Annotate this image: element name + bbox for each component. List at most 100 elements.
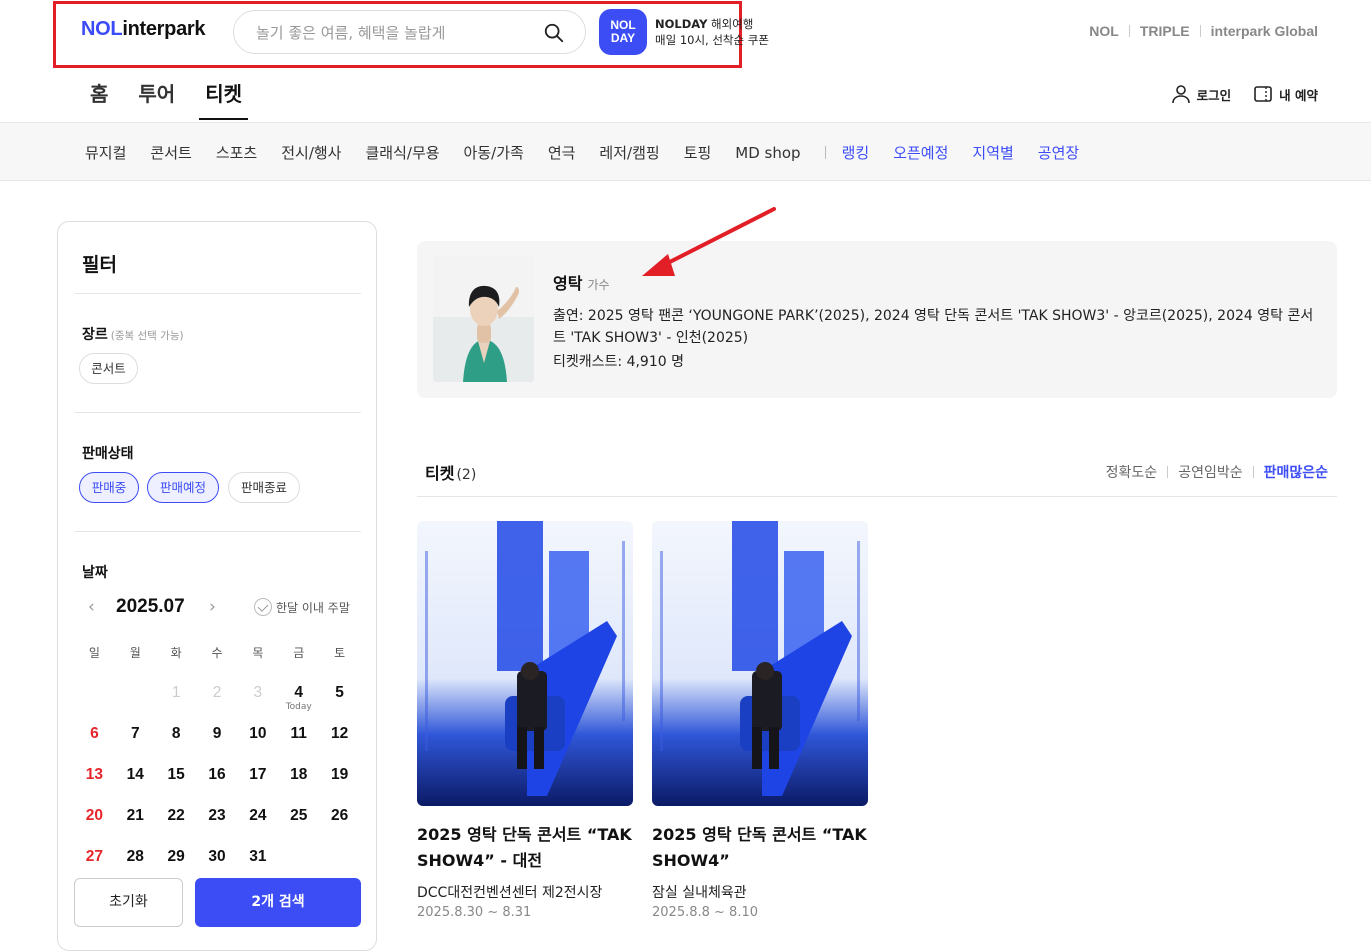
status-chip-ended[interactable]: 판매종료: [228, 472, 300, 503]
brand-nol[interactable]: NOL: [1089, 23, 1119, 39]
calendar-day[interactable]: 17: [237, 755, 278, 796]
category-classic-dance[interactable]: 클래식/무용: [365, 142, 439, 163]
ticket-poster[interactable]: [652, 521, 868, 806]
artist-name: 영탁 가수: [553, 270, 610, 294]
category-divider: [824, 146, 826, 159]
tickets-label: 티켓: [425, 464, 455, 483]
calendar-day[interactable]: 9: [197, 714, 238, 755]
calendar-day[interactable]: 19: [319, 755, 360, 796]
search-icon[interactable]: [543, 22, 565, 44]
ticket-venue: 잠실 실내체육관: [652, 885, 747, 901]
calendar-day[interactable]: 27: [74, 837, 115, 878]
genre-label-sub: (중복 선택 가능): [110, 330, 184, 342]
logo-nol: NOL: [81, 18, 123, 40]
ticket-date: 2025.8.8 ~ 8.10: [652, 905, 758, 920]
ticket-title[interactable]: 2025 영탁 단독 콘서트 “TAK SHOW4”: [652, 822, 868, 874]
calendar-day[interactable]: 7: [115, 714, 156, 755]
calendar-day[interactable]: 14: [115, 755, 156, 796]
calendar-week: 1 2 3 4 Today 5: [74, 673, 360, 714]
sort-best-selling[interactable]: 판매많은순: [1264, 462, 1328, 482]
calendar-day[interactable]: 26: [319, 796, 360, 837]
ticket-date: 2025.8.30 ~ 8.31: [417, 905, 532, 920]
calendar-day-today[interactable]: 4 Today: [278, 673, 319, 714]
status-chip-upcoming[interactable]: 판매예정: [147, 472, 219, 503]
category-sports[interactable]: 스포츠: [216, 142, 257, 163]
category-play[interactable]: 연극: [548, 142, 576, 163]
my-booking-link[interactable]: 내 예약: [1253, 84, 1318, 104]
interpark-logo[interactable]: NOLinterpark: [81, 18, 206, 41]
category-kids-family[interactable]: 아동/가족: [464, 142, 524, 163]
calendar-day[interactable]: 8: [156, 714, 197, 755]
search-button[interactable]: 2개 검색: [195, 878, 361, 927]
category-concert[interactable]: 콘서트: [150, 142, 191, 163]
genre-chip-concert[interactable]: 콘서트: [79, 353, 138, 384]
calendar-day[interactable]: 11: [278, 714, 319, 755]
brand-interpark-global[interactable]: interpark Global: [1211, 23, 1318, 39]
nolday-promo-line2: 매일 10시, 선착순 쿠폰: [655, 33, 769, 47]
calendar-week: 27 28 29 30 31: [74, 837, 360, 878]
tab-ticket[interactable]: 티켓: [199, 78, 248, 120]
ticket-poster[interactable]: [417, 521, 633, 806]
calendar-day[interactable]: 10: [237, 714, 278, 755]
chevron-right-icon[interactable]: ›: [209, 597, 216, 617]
calendar-day[interactable]: 5: [319, 673, 360, 714]
calendar-nav: ‹ 2025.07 › 한달 이내 주말: [88, 594, 360, 624]
reset-button[interactable]: 초기화: [74, 878, 183, 927]
calendar-day[interactable]: 12: [319, 714, 360, 755]
artist-ticketcast: 티켓캐스트: 4,910 명: [553, 354, 684, 370]
calendar-day[interactable]: 30: [197, 837, 238, 878]
calendar-day[interactable]: 23: [197, 796, 238, 837]
tab-home[interactable]: 홈: [90, 78, 108, 120]
calendar-day[interactable]: 29: [156, 837, 197, 878]
genre-label-text: 장르: [82, 327, 108, 343]
calendar-day[interactable]: 31: [237, 837, 278, 878]
ticket-icon: [1254, 86, 1272, 102]
category-md-shop[interactable]: MD shop: [735, 144, 800, 162]
ticket-card[interactable]: 2025 영탁 단독 콘서트 “TAK SHOW4” - 대전 DCC대전컨벤션…: [417, 521, 633, 920]
calendar-day[interactable]: 28: [115, 837, 156, 878]
nolday-promo-text[interactable]: NOLDAY 해외여행 매일 10시, 선착순 쿠폰: [655, 16, 769, 48]
sort-accuracy[interactable]: 정확도순: [1106, 462, 1158, 482]
artist-card[interactable]: 영탁 가수 출연: 2025 영탁 팬콘 ‘YOUNGONE PARK’(2025…: [417, 241, 1337, 398]
calendar-day[interactable]: 6: [74, 714, 115, 755]
calendar-day[interactable]: 22: [156, 796, 197, 837]
calendar-empty: [115, 673, 156, 714]
artist-name-text: 영탁: [553, 274, 583, 293]
category-list: 뮤지컬 콘서트 스포츠 전시/행사 클래식/무용 아동/가족 연극 레저/캠핑 …: [85, 142, 1103, 163]
calendar-day[interactable]: 13: [74, 755, 115, 796]
category-ranking[interactable]: 랭킹: [842, 142, 870, 163]
nolday-badge[interactable]: NOL DAY: [599, 9, 647, 55]
calendar-day[interactable]: 21: [115, 796, 156, 837]
filter-title: 필터: [82, 254, 117, 276]
calendar-day[interactable]: 16: [197, 755, 238, 796]
tab-tour[interactable]: 투어: [138, 78, 175, 120]
category-by-region[interactable]: 지역별: [972, 142, 1013, 163]
nolday-badge-bottom: DAY: [610, 31, 636, 45]
calendar-empty: [74, 673, 115, 714]
weekend-toggle[interactable]: 한달 이내 주말: [254, 598, 350, 616]
calendar-day[interactable]: 18: [278, 755, 319, 796]
calendar-day[interactable]: 25: [278, 796, 319, 837]
category-musical[interactable]: 뮤지컬: [85, 142, 126, 163]
calendar-day[interactable]: 24: [237, 796, 278, 837]
ticket-card[interactable]: 2025 영탁 단독 콘서트 “TAK SHOW4” 잠실 실내체육관 2025…: [652, 521, 868, 920]
sort-imminent[interactable]: 공연임박순: [1178, 462, 1242, 482]
brand-triple[interactable]: TRIPLE: [1140, 23, 1190, 39]
category-exhibition[interactable]: 전시/행사: [281, 142, 341, 163]
calendar-day[interactable]: 15: [156, 755, 197, 796]
category-venue[interactable]: 공연장: [1038, 142, 1079, 163]
category-open-soon[interactable]: 오픈예정: [893, 142, 948, 163]
calendar-day[interactable]: 20: [74, 796, 115, 837]
search-input[interactable]: [256, 22, 526, 44]
chevron-left-icon[interactable]: ‹: [88, 597, 95, 617]
category-leisure-camping[interactable]: 레저/캠핑: [599, 142, 659, 163]
filter-divider: [75, 531, 361, 532]
artist-role: 가수: [587, 278, 610, 292]
status-chip-on-sale[interactable]: 판매중: [79, 472, 139, 503]
login-link[interactable]: 로그인: [1171, 84, 1231, 104]
ticket-title[interactable]: 2025 영탁 단독 콘서트 “TAK SHOW4” - 대전: [417, 822, 633, 874]
calendar-empty: [278, 837, 319, 878]
category-topping[interactable]: 토핑: [684, 142, 712, 163]
calendar-week: 13 14 15 16 17 18 19: [74, 755, 360, 796]
tickets-divider: [417, 496, 1337, 497]
